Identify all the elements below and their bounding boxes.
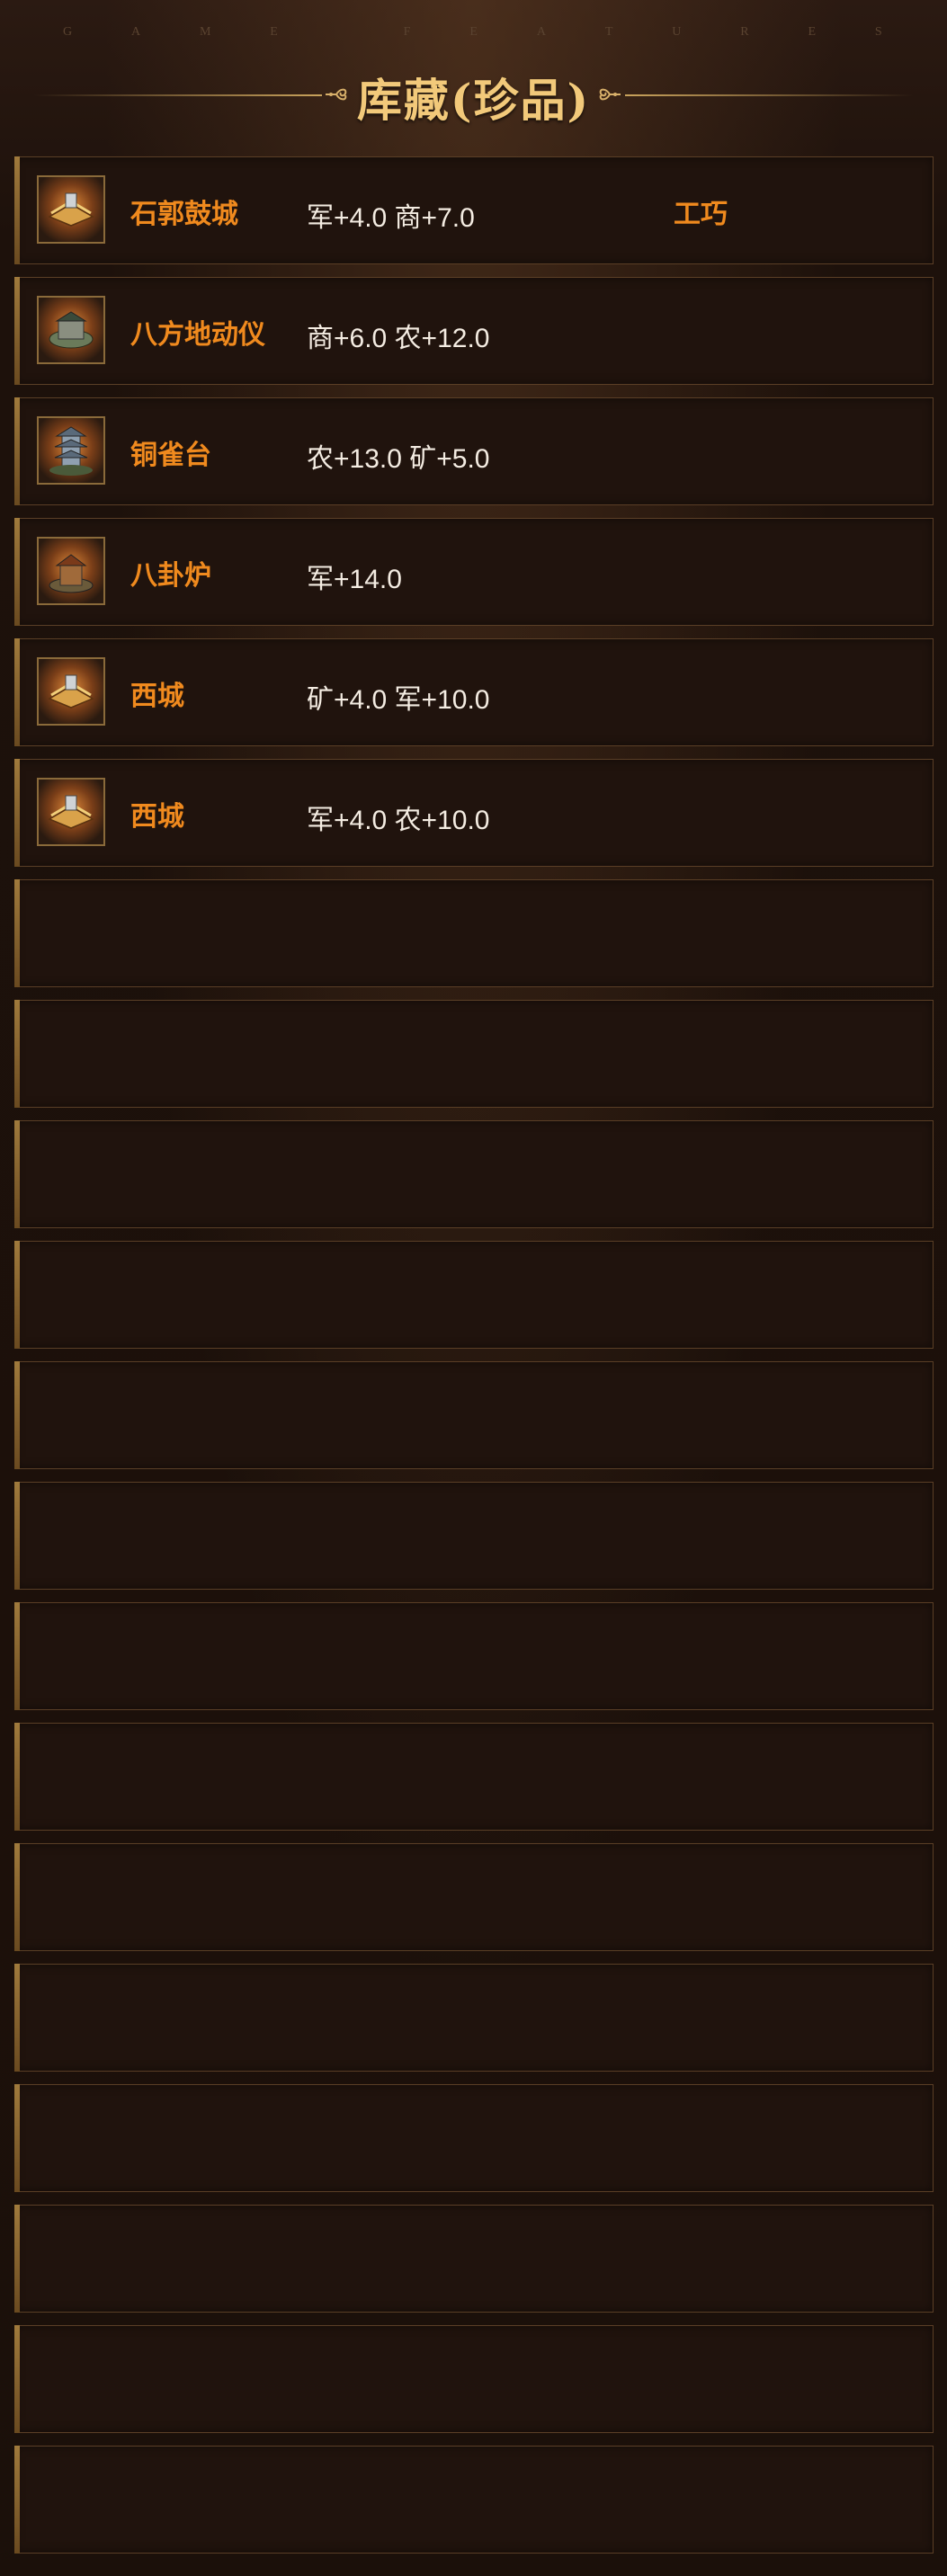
watermark-letter: F xyxy=(403,25,413,39)
watermark-letter: A xyxy=(536,25,548,39)
item-name: 石郭鼓城 xyxy=(130,200,238,229)
scroll-icon xyxy=(37,657,105,726)
item-row[interactable]: 西城 矿+4.0 军+10.0 xyxy=(14,638,934,746)
item-stats: 军+4.0 农+10.0 xyxy=(307,806,490,835)
item-name: 西城 xyxy=(130,682,184,711)
item-list: 石郭鼓城 军+4.0 商+7.0 工巧八方地动仪 商+6.0 农+12.0 铜雀台 农+1… xyxy=(14,156,934,2566)
empty-slot xyxy=(14,2205,934,2313)
watermark-letter: E xyxy=(808,25,817,39)
item-row[interactable]: 八方地动仪 商+6.0 农+12.0 xyxy=(14,277,934,385)
watermark-letter: R xyxy=(740,25,751,39)
empty-slot xyxy=(14,1000,934,1108)
item-name: 八卦炉 xyxy=(130,561,211,591)
item-name: 八方地动仪 xyxy=(130,320,265,350)
item-stats: 军+4.0 商+7.0 xyxy=(307,203,475,233)
empty-slot xyxy=(14,1482,934,1590)
empty-slot xyxy=(14,1843,934,1951)
watermark-text: GAMEFEATURES xyxy=(0,25,947,40)
watermark-letter: E xyxy=(270,25,280,39)
item-stats: 商+6.0 农+12.0 xyxy=(307,324,490,353)
furnace-icon xyxy=(37,537,105,605)
watermark-letter xyxy=(337,25,346,40)
tower-icon xyxy=(37,416,105,485)
empty-slot xyxy=(14,879,934,987)
empty-slot xyxy=(14,1723,934,1831)
empty-slot xyxy=(14,2446,934,2554)
empty-slot xyxy=(14,2325,934,2433)
item-row[interactable]: 铜雀台 农+13.0 矿+5.0 xyxy=(14,397,934,505)
ornament-right-icon xyxy=(599,88,621,101)
watermark-letter: T xyxy=(604,25,615,39)
watermark-letter: U xyxy=(672,25,683,39)
scroll-icon xyxy=(37,778,105,846)
scroll-icon xyxy=(37,175,105,244)
seismograph-icon xyxy=(37,296,105,364)
item-stats: 农+13.0 矿+5.0 xyxy=(307,444,490,474)
empty-slot xyxy=(14,1602,934,1710)
watermark-letter: A xyxy=(130,25,143,39)
page-title: 库藏(珍品) xyxy=(356,74,591,127)
header: G A M E F E A T U R E S 库藏(珍品) xyxy=(0,0,947,153)
watermark-letter: E xyxy=(469,25,479,39)
watermark-letter: S xyxy=(874,25,884,39)
title-row: 库藏(珍品) xyxy=(0,63,947,127)
empty-slot xyxy=(14,1361,934,1469)
title-divider-right xyxy=(625,94,913,96)
empty-slot xyxy=(14,2084,934,2192)
item-row[interactable]: 石郭鼓城 军+4.0 商+7.0 工巧 xyxy=(14,156,934,264)
page: G A M E F E A T U R E S 库藏(珍品) 石郭鼓城 军+4.0 商+7.0 工巧八方地… xyxy=(0,0,947,2576)
item-name: 铜雀台 xyxy=(130,441,211,470)
item-row[interactable]: 八卦炉 军+14.0 xyxy=(14,518,934,626)
empty-slot xyxy=(14,1964,934,2072)
item-stats: 矿+4.0 军+10.0 xyxy=(307,685,490,715)
item-name: 西城 xyxy=(130,802,184,832)
item-stats: 军+14.0 xyxy=(307,565,402,594)
watermark-letter: G xyxy=(63,25,75,39)
watermark-letter: M xyxy=(199,25,213,39)
item-row[interactable]: 西城 军+4.0 农+10.0 xyxy=(14,759,934,867)
item-tag: 工巧 xyxy=(674,200,728,229)
empty-slot xyxy=(14,1120,934,1228)
empty-slot xyxy=(14,1241,934,1349)
